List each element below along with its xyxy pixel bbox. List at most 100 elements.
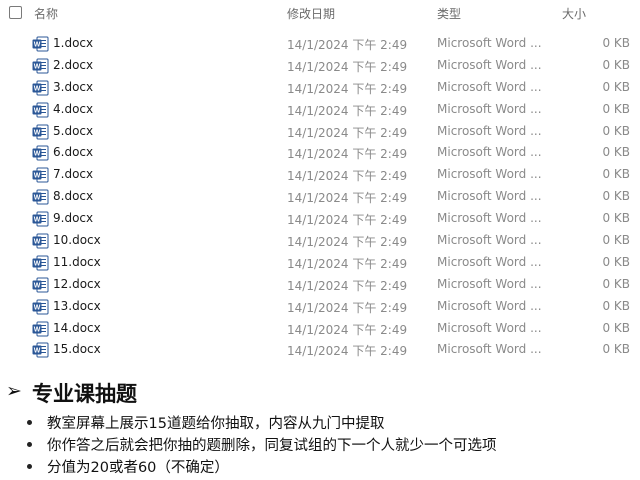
svg-text:W: W [34, 129, 41, 136]
file-size: 0 KB [602, 298, 630, 313]
file-size: 0 KB [602, 145, 630, 160]
file-type: Microsoft Word ... [437, 298, 542, 313]
file-row[interactable]: W 11.docx 14/1/2024 下午 2:49 Microsoft Word … [0, 252, 640, 274]
file-modified-date: 14/1/2024 下午 2:49 [287, 300, 408, 315]
arrow-bullet-icon: ➢ [6, 380, 22, 402]
svg-text:W: W [34, 348, 41, 355]
file-row[interactable]: W 3.docx 14/1/2024 下午 2:49 Microsoft Word .… [0, 77, 640, 99]
file-type: Microsoft Word ... [437, 57, 542, 72]
file-modified-date: 14/1/2024 下午 2:49 [287, 81, 408, 96]
file-type: Microsoft Word ... [437, 101, 542, 116]
svg-text:W: W [34, 261, 41, 268]
word-document-icon: W [32, 167, 49, 183]
file-type: Microsoft Word ... [437, 167, 542, 182]
word-document-icon: W [32, 321, 49, 337]
svg-text:W: W [34, 326, 41, 333]
svg-text:W: W [34, 195, 41, 202]
file-size: 0 KB [602, 57, 630, 72]
svg-text:W: W [34, 42, 41, 49]
file-modified-date: 14/1/2024 下午 2:49 [287, 147, 408, 162]
file-modified-date: 14/1/2024 下午 2:49 [287, 169, 408, 184]
file-type: Microsoft Word ... [437, 254, 542, 269]
file-row[interactable]: W 13.docx 14/1/2024 下午 2:49 Microsoft Word … [0, 296, 640, 318]
word-document-icon: W [32, 299, 49, 315]
file-list: W 1.docx 14/1/2024 下午 2:49 Microsoft Word .… [0, 33, 640, 361]
file-modified-date: 14/1/2024 下午 2:49 [287, 191, 408, 206]
slide-notes: ➢ 专业课抽题 教室屏幕上展示15道题给你抽取，内容从九门中提取 你作答之后就会… [0, 372, 640, 480]
file-row[interactable]: W 5.docx 14/1/2024 下午 2:49 Microsoft Word .… [0, 121, 640, 143]
file-name[interactable]: 1.docx [53, 36, 93, 50]
file-name[interactable]: 3.docx [53, 80, 93, 94]
svg-text:W: W [34, 107, 41, 114]
file-modified-date: 14/1/2024 下午 2:49 [287, 213, 408, 228]
file-name[interactable]: 6.docx [53, 145, 93, 159]
file-type: Microsoft Word ... [437, 342, 542, 357]
file-name[interactable]: 15.docx [53, 342, 101, 356]
file-row[interactable]: W 4.docx 14/1/2024 下午 2:49 Microsoft Word .… [0, 99, 640, 121]
svg-text:W: W [34, 151, 41, 158]
file-row[interactable]: W 12.docx 14/1/2024 下午 2:49 Microsoft Word … [0, 274, 640, 296]
column-header-date[interactable]: 修改日期 [287, 5, 335, 22]
file-size: 0 KB [602, 342, 630, 357]
file-name[interactable]: 8.docx [53, 189, 93, 203]
file-name[interactable]: 14.docx [53, 321, 101, 335]
file-row[interactable]: W 6.docx 14/1/2024 下午 2:49 Microsoft Word .… [0, 142, 640, 164]
file-size: 0 KB [602, 36, 630, 50]
svg-text:W: W [34, 173, 41, 180]
file-row[interactable]: W 14.docx 14/1/2024 下午 2:49 Microsoft Word … [0, 318, 640, 340]
svg-text:W: W [34, 304, 41, 311]
file-explorer: 名称 ^ 修改日期 类型 大小 W 1.docx 14/1/2024 下午 2:49… [0, 0, 640, 370]
word-document-icon: W [32, 277, 49, 293]
file-name[interactable]: 5.docx [53, 124, 93, 138]
file-modified-date: 14/1/2024 下午 2:49 [287, 59, 408, 74]
file-type: Microsoft Word ... [437, 211, 542, 226]
file-row[interactable]: W 7.docx 14/1/2024 下午 2:49 Microsoft Word .… [0, 164, 640, 186]
file-modified-date: 14/1/2024 下午 2:49 [287, 103, 408, 118]
file-row[interactable]: W 8.docx 14/1/2024 下午 2:49 Microsoft Word .… [0, 186, 640, 208]
word-document-icon: W [32, 255, 49, 271]
file-size: 0 KB [602, 79, 630, 94]
word-document-icon: W [32, 58, 49, 74]
file-size: 0 KB [602, 101, 630, 116]
word-document-icon: W [32, 80, 49, 96]
file-name[interactable]: 4.docx [53, 102, 93, 116]
slide-title: 专业课抽题 [32, 382, 137, 406]
svg-text:W: W [34, 85, 41, 92]
file-modified-date: 14/1/2024 下午 2:49 [287, 344, 408, 359]
file-type: Microsoft Word ... [437, 320, 542, 335]
file-name[interactable]: 9.docx [53, 211, 93, 225]
file-name[interactable]: 11.docx [53, 255, 101, 269]
file-modified-date: 14/1/2024 下午 2:49 [287, 322, 408, 337]
file-name[interactable]: 10.docx [53, 233, 101, 247]
word-document-icon: W [32, 36, 49, 52]
bullet-text: 教室屏幕上展示15道题给你抽取，内容从九门中提取 [47, 416, 385, 432]
file-modified-date: 14/1/2024 下午 2:49 [287, 235, 408, 250]
file-size: 0 KB [602, 189, 630, 204]
file-row[interactable]: W 1.docx 14/1/2024 下午 2:49 Microsoft Word .… [0, 33, 640, 55]
file-size: 0 KB [602, 233, 630, 248]
svg-text:W: W [34, 217, 41, 224]
file-size: 0 KB [602, 254, 630, 269]
word-document-icon: W [32, 342, 49, 358]
file-type: Microsoft Word ... [437, 123, 542, 138]
file-modified-date: 14/1/2024 下午 2:49 [287, 256, 408, 271]
svg-text:W: W [34, 63, 41, 70]
word-document-icon: W [32, 189, 49, 205]
column-header-size[interactable]: 大小 [562, 5, 586, 22]
select-all-checkbox[interactable] [9, 6, 22, 19]
column-header-name[interactable]: 名称 [34, 5, 58, 22]
file-size: 0 KB [602, 167, 630, 182]
bullet-dot-icon [27, 420, 32, 425]
file-name[interactable]: 13.docx [53, 299, 101, 313]
file-type: Microsoft Word ... [437, 145, 542, 160]
file-row[interactable]: W 10.docx 14/1/2024 下午 2:49 Microsoft Word … [0, 230, 640, 252]
file-name[interactable]: 12.docx [53, 277, 101, 291]
file-name[interactable]: 2.docx [53, 58, 93, 72]
file-row[interactable]: W 9.docx 14/1/2024 下午 2:49 Microsoft Word .… [0, 208, 640, 230]
svg-text:W: W [34, 239, 41, 246]
file-name[interactable]: 7.docx [53, 167, 93, 181]
file-type: Microsoft Word ... [437, 79, 542, 94]
file-row[interactable]: W 2.docx 14/1/2024 下午 2:49 Microsoft Word .… [0, 55, 640, 77]
file-row[interactable]: W 15.docx 14/1/2024 下午 2:49 Microsoft Word … [0, 339, 640, 361]
column-header-type[interactable]: 类型 [437, 5, 461, 22]
